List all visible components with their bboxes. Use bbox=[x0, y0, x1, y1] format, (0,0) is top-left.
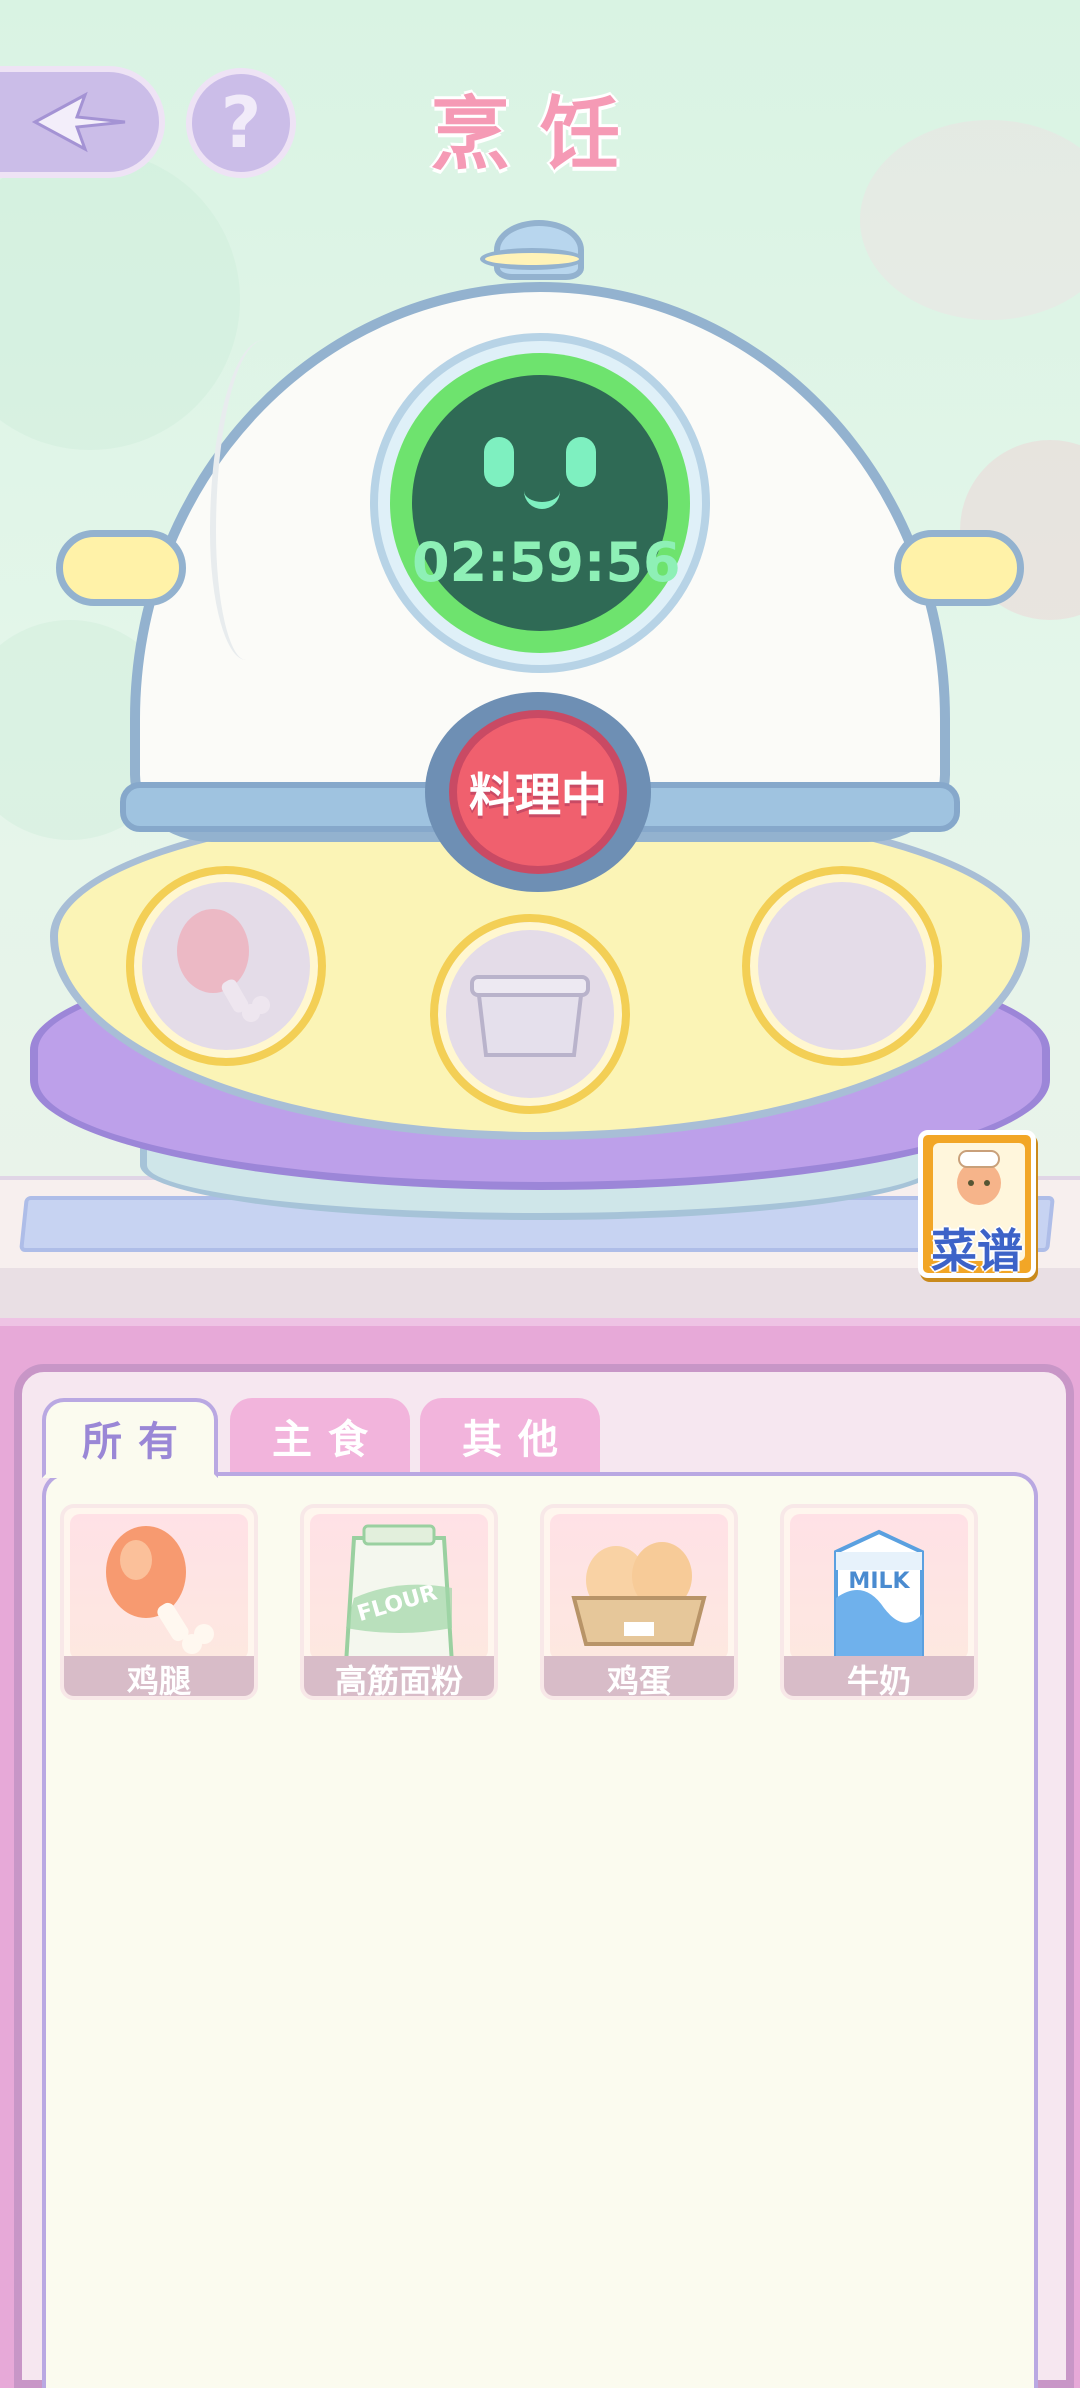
ingredient-name: 鸡蛋 bbox=[544, 1656, 734, 1696]
robot-mouth-icon bbox=[524, 491, 560, 509]
right-handle bbox=[894, 530, 1024, 606]
ingredient-slot-1[interactable] bbox=[126, 866, 326, 1066]
cook-status-label: 料理中 bbox=[449, 710, 627, 874]
chicken-leg-icon bbox=[177, 909, 270, 1022]
milk-label: MILK bbox=[848, 1569, 910, 1594]
ingredient-item-bread-flour[interactable]: FLOUR 高筋面粉 bbox=[300, 1504, 498, 1700]
chicken-leg-icon bbox=[106, 1526, 214, 1654]
ingredient-name: 鸡腿 bbox=[64, 1656, 254, 1696]
recipe-book-button[interactable]: 菜谱 bbox=[918, 1130, 1036, 1278]
ingredient-item-milk[interactable]: MILK 牛奶 bbox=[780, 1504, 978, 1700]
eggs-icon bbox=[571, 1542, 707, 1646]
cooking-machine: 02:59:56 料理中 bbox=[0, 0, 1080, 1260]
ingredient-slot-3[interactable] bbox=[742, 866, 942, 1066]
cook-status-button[interactable]: 料理中 bbox=[425, 692, 651, 892]
ingredient-name: 牛奶 bbox=[784, 1656, 974, 1696]
ingredient-name: 高筋面粉 bbox=[304, 1656, 494, 1696]
robot-eye-icon bbox=[566, 437, 596, 487]
recipe-book-label: 菜谱 bbox=[931, 1224, 1023, 1278]
container-icon bbox=[470, 975, 590, 1057]
flour-bag-icon: FLOUR bbox=[343, 1524, 455, 1664]
left-handle bbox=[56, 530, 186, 606]
milk-carton-icon: MILK bbox=[834, 1529, 924, 1660]
robot-eye-icon bbox=[484, 437, 514, 487]
dome-highlight bbox=[210, 340, 300, 660]
ingredient-item-chicken-leg[interactable]: 鸡腿 bbox=[60, 1504, 258, 1700]
tab-staple-food[interactable]: 主食 bbox=[230, 1398, 410, 1474]
timer-display: 02:59:56 bbox=[370, 333, 710, 673]
tab-other[interactable]: 其他 bbox=[420, 1398, 600, 1474]
countdown-timer: 02:59:56 bbox=[412, 531, 681, 594]
timer-progress-ring: 02:59:56 bbox=[390, 353, 690, 653]
knob-ring bbox=[480, 248, 584, 270]
robot-face: 02:59:56 bbox=[412, 375, 681, 631]
tab-all[interactable]: 所有 bbox=[42, 1398, 218, 1478]
ingredient-item-eggs[interactable]: 鸡蛋 bbox=[540, 1504, 738, 1700]
ingredient-slot-2[interactable] bbox=[430, 914, 630, 1114]
